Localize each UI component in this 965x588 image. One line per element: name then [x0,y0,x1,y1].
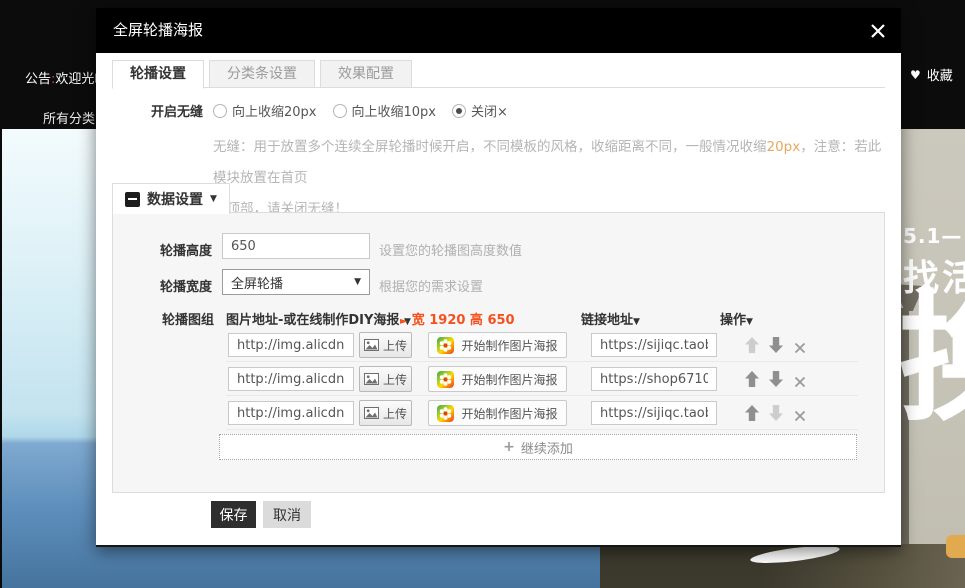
favorite-label: 收藏 [927,65,953,84]
make-poster-button[interactable]: 开始制作图片海报 [428,366,567,392]
caret-down-icon: ▼ [746,317,753,327]
radio-checked-icon [452,104,466,118]
add-more-button[interactable]: + 继续添加 [219,434,857,460]
carousel-image-row: 上传 开始制作图片海报 [113,362,884,396]
radio-shrink-20px[interactable]: 向上收缩20px [213,101,317,120]
poster-big-character: 换 [898,290,965,430]
radio-seamless-off[interactable]: 关闭× [452,101,508,120]
move-down-icon[interactable] [769,371,783,387]
delete-row-icon[interactable] [794,407,806,419]
make-poster-button[interactable]: 开始制作图片海报 [428,400,567,426]
carousel-poster-dialog: 全屏轮播海报 轮播设置 分类条设置 效果配置 开启无缝 向上收缩20px 向上收… [96,8,901,547]
move-down-icon[interactable] [769,337,783,353]
column-link-url[interactable]: 链接地址▼ [581,309,640,328]
caret-down-icon: ▼ [354,277,361,287]
delete-row-icon[interactable] [794,339,806,351]
move-up-icon[interactable] [745,405,759,421]
corner-widget-icon [946,535,965,558]
caret-down-icon: ▼ [210,194,217,204]
radio-icon [333,104,347,118]
caret-down-icon: ▼ [633,317,640,327]
radio-shrink-10px[interactable]: 向上收缩10px [333,101,437,120]
diy-poster-icon [437,371,454,388]
upload-button[interactable]: 上传 [359,366,412,392]
move-up-icon[interactable] [745,337,759,353]
radio-icon [213,104,227,118]
window-left-edge [0,129,2,588]
make-poster-button[interactable]: 开始制作图片海报 [428,332,567,358]
dialog-tabs: 轮播设置 分类条设置 效果配置 [112,60,417,89]
image-url-input[interactable] [228,401,354,425]
seamless-setting-row: 开启无缝 向上收缩20px 向上收缩10px 关闭× [151,101,524,120]
nav-all-categories[interactable]: 所有分类 [43,108,95,127]
recommended-size-hint: ►宽 1920 高 650 [400,309,515,328]
tab-effect-config[interactable]: 效果配置 [320,60,412,88]
save-button[interactable]: 保存 [211,501,256,528]
seamless-label: 开启无缝 [151,101,203,120]
picture-icon [364,407,379,419]
close-icon[interactable] [869,22,887,40]
move-down-icon[interactable] [769,405,783,421]
tab-category-bar-settings[interactable]: 分类条设置 [209,60,315,88]
diy-poster-icon [437,405,454,422]
column-image-url[interactable]: 图片地址-或在线制作DIY海报 ▼ [226,309,411,328]
right-pointer-icon: ► [400,316,408,327]
carousel-height-hint: 设置您的轮播图高度数值 [379,240,522,259]
carousel-height-label: 轮播高度 [160,240,212,259]
heart-icon: ♥ [910,69,921,81]
carousel-image-row: 上传 开始制作图片海报 [113,328,884,362]
carousel-width-label: 轮播宽度 [160,276,212,295]
link-url-input[interactable] [591,367,717,391]
data-settings-panel: 轮播高度 设置您的轮播图高度数值 轮播宽度 全屏轮播 ▼ 根据您的需求设置 轮播… [112,212,885,493]
select-value: 全屏轮播 [231,273,283,292]
image-url-input[interactable] [228,333,354,357]
plus-icon: + [503,439,515,455]
poster-date-text: 5.1— [903,224,962,248]
help-line-1: 无缝：用于放置多个连续全屏轮播时候开启，不同模板的风格，收缩距离不同，一般情况收… [213,132,889,194]
column-action[interactable]: 操作▼ [720,309,753,328]
link-url-input[interactable] [591,401,717,425]
tab-carousel-settings[interactable]: 轮播设置 [112,60,204,89]
dialog-title: 全屏轮播海报 [113,8,203,53]
carousel-height-input[interactable] [222,233,370,259]
carousel-group-label: 轮播图组 [162,309,214,328]
link-url-input[interactable] [591,333,717,357]
row-separator [226,429,858,430]
picture-icon [364,339,379,351]
cancel-button[interactable]: 取消 [263,501,311,528]
upload-button[interactable]: 上传 [359,332,412,358]
section-title: 数据设置 [147,189,203,209]
carousel-width-select[interactable]: 全屏轮播 ▼ [222,269,370,295]
carousel-width-hint: 根据您的需求设置 [379,276,483,295]
carousel-image-row: 上传 开始制作图片海报 [113,396,884,430]
data-settings-section-header[interactable]: 数据设置 ▼ [112,183,230,214]
collapse-minus-icon [125,192,140,207]
dialog-titlebar: 全屏轮播海报 [96,8,901,53]
image-url-input[interactable] [228,367,354,391]
move-up-icon[interactable] [745,371,759,387]
diy-poster-icon [437,337,454,354]
delete-row-icon[interactable] [794,373,806,385]
favorite-link[interactable]: ♥ 收藏 [910,65,953,84]
picture-icon [364,373,379,385]
upload-button[interactable]: 上传 [359,400,412,426]
